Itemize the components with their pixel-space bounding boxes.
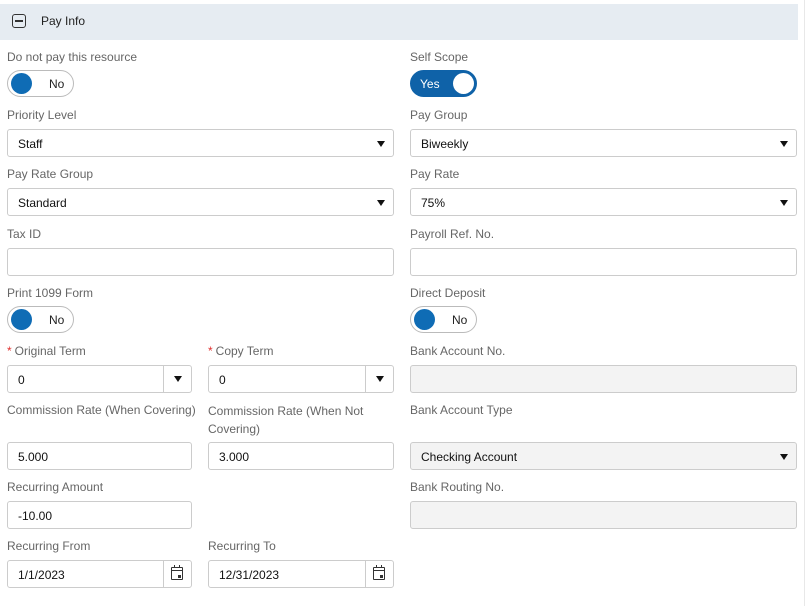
copy-term-value: 0 <box>219 373 226 387</box>
recurring-from-value: 1/1/2023 <box>18 568 65 582</box>
toggle-knob <box>11 73 32 94</box>
toggle-state: No <box>49 313 65 327</box>
copy-term-label-text: Copy Term <box>215 344 274 358</box>
priority-level-select[interactable]: Staff <box>7 129 394 157</box>
toggle-knob <box>414 309 435 330</box>
copy-term-combobox[interactable]: 0 <box>208 365 394 393</box>
caret-down-icon <box>377 141 385 147</box>
section-header-pay-info: Pay Info <box>0 4 798 40</box>
bank-account-type-select: Checking Account <box>410 442 797 470</box>
required-mark: * <box>7 344 12 358</box>
recurring-to-calendar-button[interactable] <box>365 561 393 587</box>
bank-account-no-input <box>410 365 797 393</box>
commission-not-covering-input[interactable]: 3.000 <box>208 442 394 470</box>
calendar-icon <box>171 565 183 580</box>
commission-not-covering-value: 3.000 <box>219 450 250 464</box>
bank-account-no-label: Bank Account No. <box>410 344 506 358</box>
self-scope-label: Self Scope <box>410 50 469 64</box>
print-1099-toggle[interactable]: No <box>7 306 74 333</box>
pay-rate-group-label: Pay Rate Group <box>7 167 94 181</box>
scrollbar-track <box>804 0 805 606</box>
pay-group-value: Biweekly <box>421 137 469 151</box>
payroll-ref-input[interactable] <box>410 248 797 276</box>
original-term-combobox[interactable]: 0 <box>7 365 192 393</box>
self-scope-toggle[interactable]: Yes <box>410 70 477 97</box>
recurring-from-calendar-button[interactable] <box>163 561 191 587</box>
tax-id-input[interactable] <box>7 248 394 276</box>
print-1099-label: Print 1099 Form <box>7 286 94 300</box>
recurring-amount-label: Recurring Amount <box>7 480 104 494</box>
bank-account-type-value: Checking Account <box>421 450 518 464</box>
recurring-to-datepicker[interactable]: 12/31/2023 <box>208 560 394 588</box>
do-not-pay-toggle[interactable]: No <box>7 70 74 97</box>
direct-deposit-label: Direct Deposit <box>410 286 486 300</box>
recurring-to-value: 12/31/2023 <box>219 568 280 582</box>
priority-level-value: Staff <box>18 137 43 151</box>
caret-down-icon <box>780 141 788 147</box>
pay-rate-group-value: Standard <box>18 196 67 210</box>
payroll-ref-label: Payroll Ref. No. <box>410 227 495 241</box>
bank-routing-no-input <box>410 501 797 529</box>
pay-rate-value: 75% <box>421 196 446 210</box>
pay-rate-label: Pay Rate <box>410 167 460 181</box>
toggle-knob <box>453 73 474 94</box>
section-title: Pay Info <box>41 14 86 28</box>
commission-not-covering-label: Commission Rate (When Not Covering) <box>208 404 364 436</box>
toggle-state: No <box>49 77 65 91</box>
toggle-knob <box>11 309 32 330</box>
original-term-label: * Original Term <box>7 343 86 360</box>
original-term-label-text: Original Term <box>14 344 86 358</box>
pay-rate-select[interactable]: 75% <box>410 188 797 216</box>
caret-down-icon <box>376 376 384 382</box>
do-not-pay-label: Do not pay this resource <box>7 50 138 64</box>
bank-routing-no-label: Bank Routing No. <box>410 480 505 494</box>
bank-account-type-label: Bank Account Type <box>410 403 513 417</box>
priority-level-label: Priority Level <box>7 108 77 122</box>
original-term-dropdown-button[interactable] <box>163 366 191 392</box>
caret-down-icon <box>174 376 182 382</box>
pay-rate-group-select[interactable]: Standard <box>7 188 394 216</box>
commission-covering-input[interactable]: 5.000 <box>7 442 192 470</box>
recurring-to-label: Recurring To <box>208 539 276 553</box>
commission-covering-label: Commission Rate (When Covering) <box>7 403 196 417</box>
copy-term-label: * Copy Term <box>208 343 273 360</box>
recurring-amount-value: -10.00 <box>18 509 53 523</box>
calendar-icon <box>373 565 385 580</box>
tax-id-label: Tax ID <box>7 227 42 241</box>
commission-covering-value: 5.000 <box>18 450 49 464</box>
toggle-state: No <box>452 313 468 327</box>
copy-term-dropdown-button[interactable] <box>365 366 393 392</box>
caret-down-icon <box>780 454 788 460</box>
pay-group-label: Pay Group <box>410 108 468 122</box>
pay-group-select[interactable]: Biweekly <box>410 129 797 157</box>
minus-square-icon[interactable] <box>12 14 26 28</box>
caret-down-icon <box>780 200 788 206</box>
recurring-amount-input[interactable]: -10.00 <box>7 501 192 529</box>
direct-deposit-toggle[interactable]: No <box>410 306 477 333</box>
recurring-from-datepicker[interactable]: 1/1/2023 <box>7 560 192 588</box>
original-term-value: 0 <box>18 373 25 387</box>
required-mark: * <box>208 344 213 358</box>
caret-down-icon <box>377 200 385 206</box>
recurring-from-label: Recurring From <box>7 539 91 553</box>
toggle-state: Yes <box>420 77 440 91</box>
